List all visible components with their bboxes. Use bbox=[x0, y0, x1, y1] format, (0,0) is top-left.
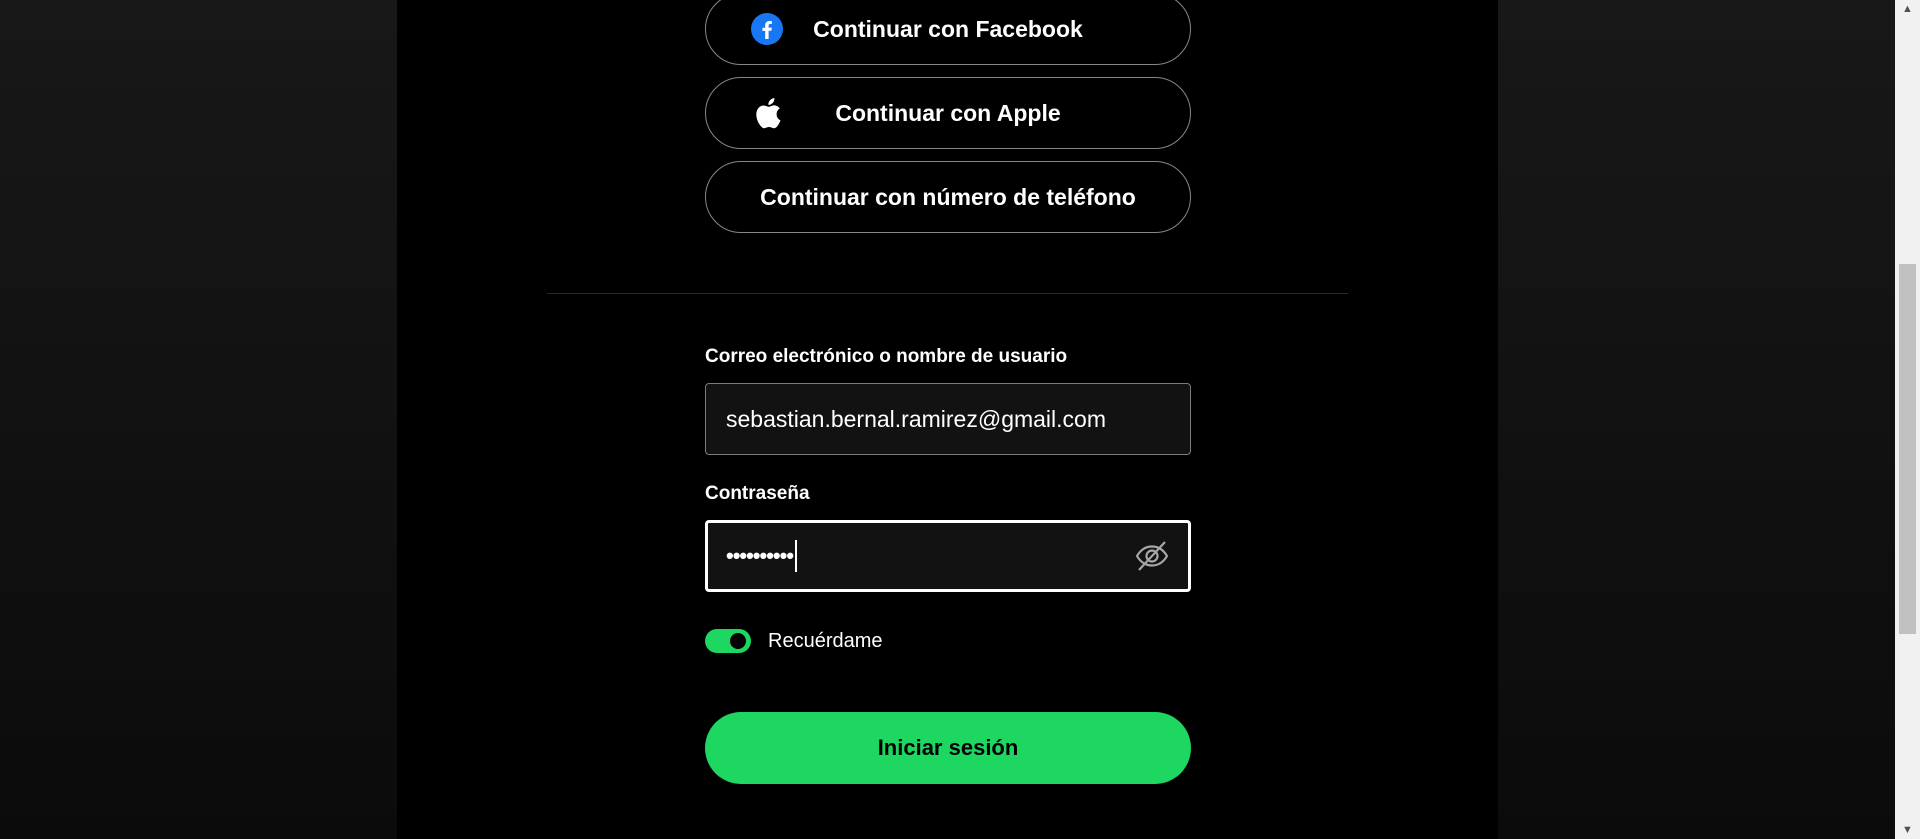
phone-button-label: Continuar con número de teléfono bbox=[760, 183, 1136, 210]
continue-with-facebook-button[interactable]: Continuar con Facebook bbox=[705, 0, 1191, 65]
continue-with-phone-button[interactable]: Continuar con número de teléfono bbox=[705, 161, 1191, 233]
section-divider bbox=[547, 293, 1348, 294]
email-input[interactable]: sebastian.bernal.ramirez@gmail.com bbox=[705, 383, 1191, 455]
toggle-knob bbox=[730, 633, 746, 649]
continue-with-apple-button[interactable]: Continuar con Apple bbox=[705, 77, 1191, 149]
facebook-button-label: Continuar con Facebook bbox=[813, 15, 1083, 42]
password-input[interactable]: •••••••••• bbox=[705, 520, 1191, 592]
page-scrollbar[interactable]: ▲ ▼ bbox=[1895, 0, 1920, 839]
login-button[interactable]: Iniciar sesión bbox=[705, 712, 1191, 784]
eye-slash-icon[interactable] bbox=[1132, 536, 1172, 576]
login-button-label: Iniciar sesión bbox=[877, 735, 1019, 760]
facebook-icon bbox=[750, 12, 784, 46]
scroll-up-icon[interactable]: ▲ bbox=[1895, 0, 1920, 18]
password-label: Contraseña bbox=[705, 483, 810, 504]
email-value: sebastian.bernal.ramirez@gmail.com bbox=[726, 405, 1106, 432]
scrollbar-thumb[interactable] bbox=[1899, 264, 1916, 634]
scroll-down-icon[interactable]: ▼ bbox=[1895, 821, 1920, 839]
text-caret bbox=[795, 540, 798, 572]
apple-button-label: Continuar con Apple bbox=[835, 99, 1061, 126]
remember-me-toggle[interactable] bbox=[705, 629, 751, 653]
apple-icon bbox=[750, 96, 784, 130]
password-value: •••••••••• bbox=[726, 543, 794, 568]
remember-me-label: Recuérdame bbox=[768, 630, 883, 652]
email-label: Correo electrónico o nombre de usuario bbox=[705, 346, 1068, 367]
login-page: Continuar con Facebook Continuar con App… bbox=[0, 0, 1920, 839]
